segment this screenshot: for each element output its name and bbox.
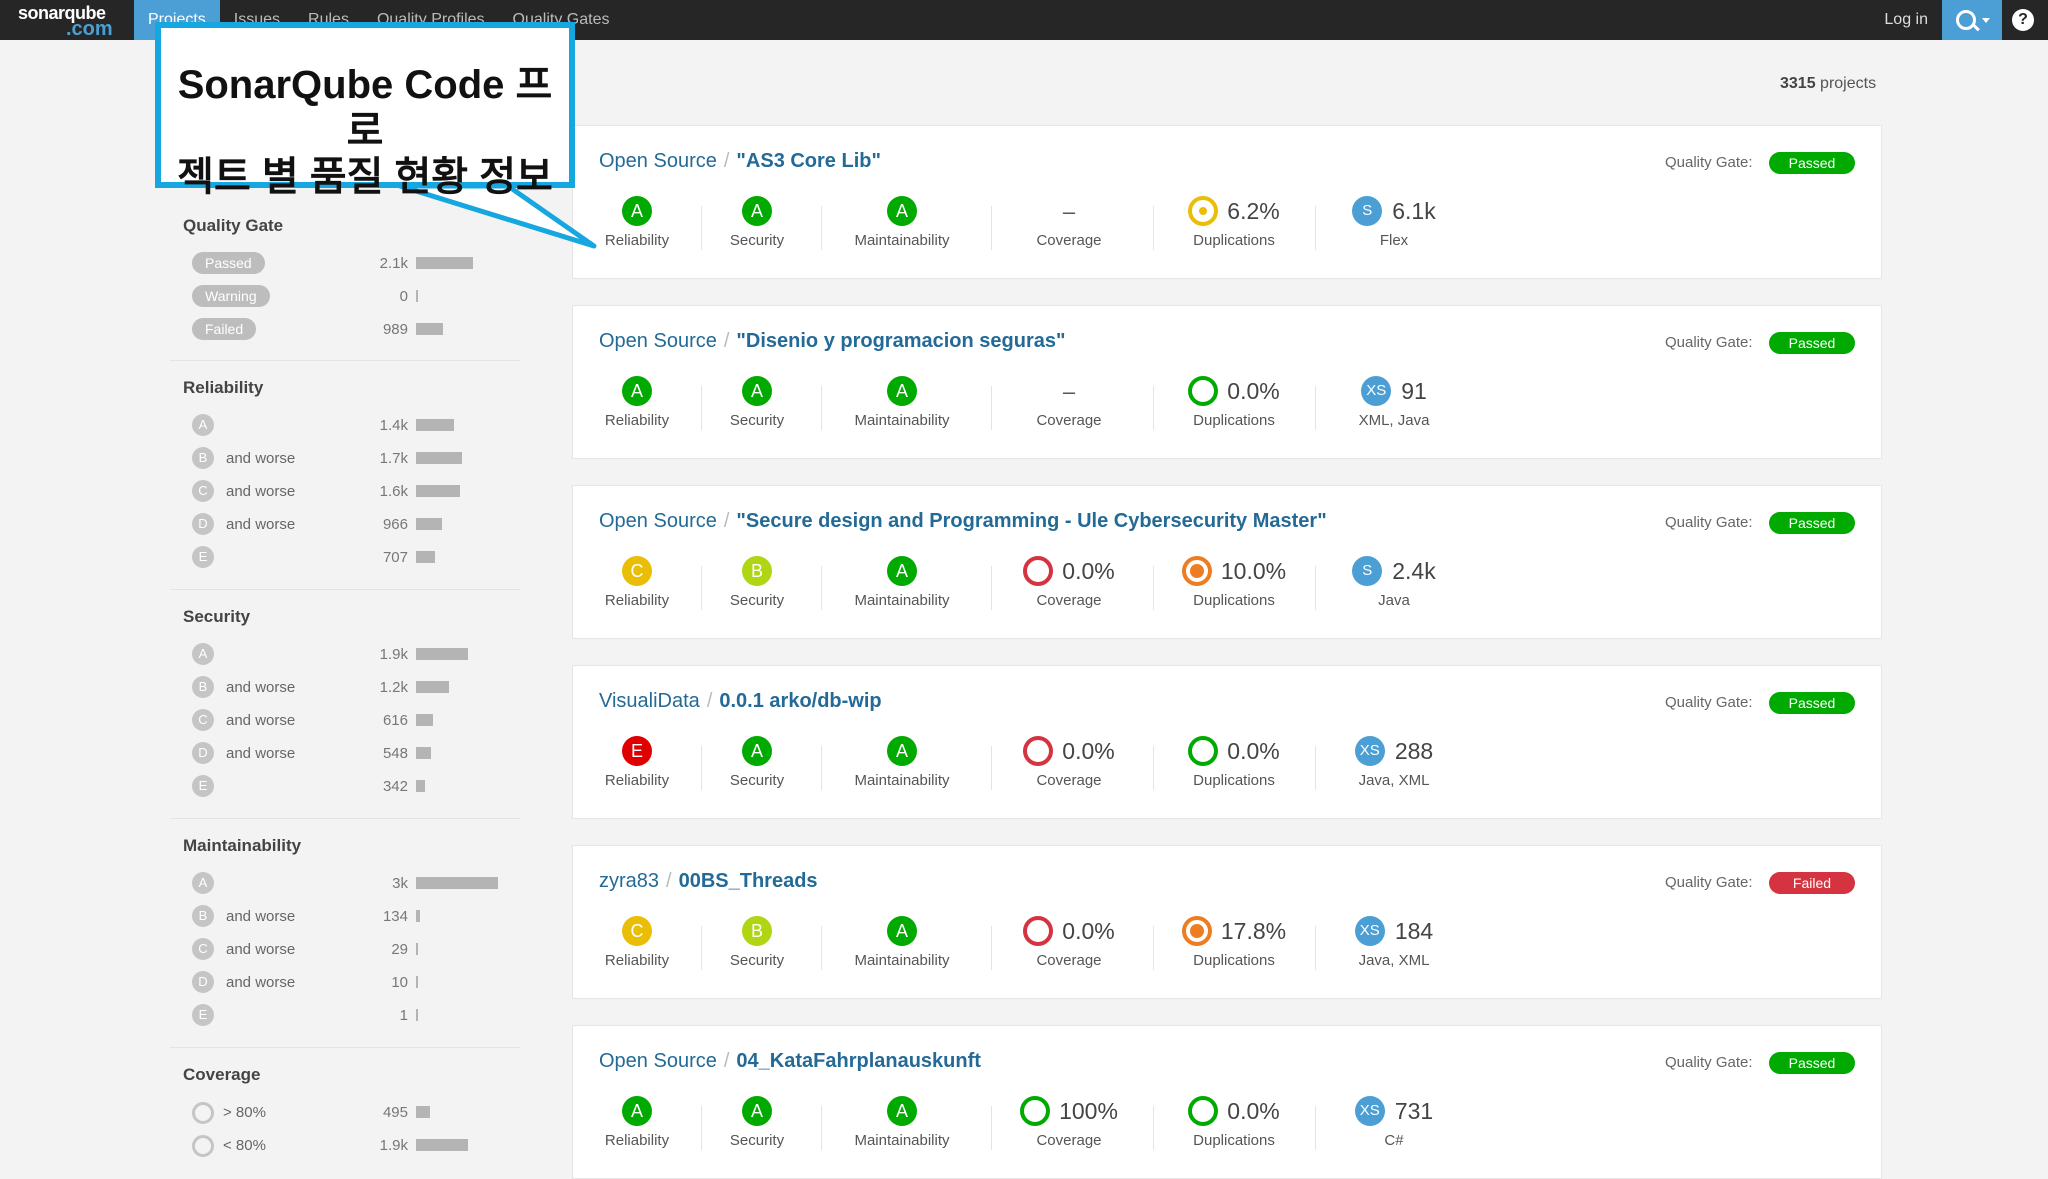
callout-line-1: SonarQube Code 프로 [177,63,553,153]
callout-box: SonarQube Code 프로 젝트 별 품질 현황 정보 [155,22,575,199]
callout-text: SonarQube Code 프로 젝트 별 품질 현황 정보 [161,62,569,200]
callout-line-2: 젝트 별 품질 현황 정보 [177,155,553,199]
